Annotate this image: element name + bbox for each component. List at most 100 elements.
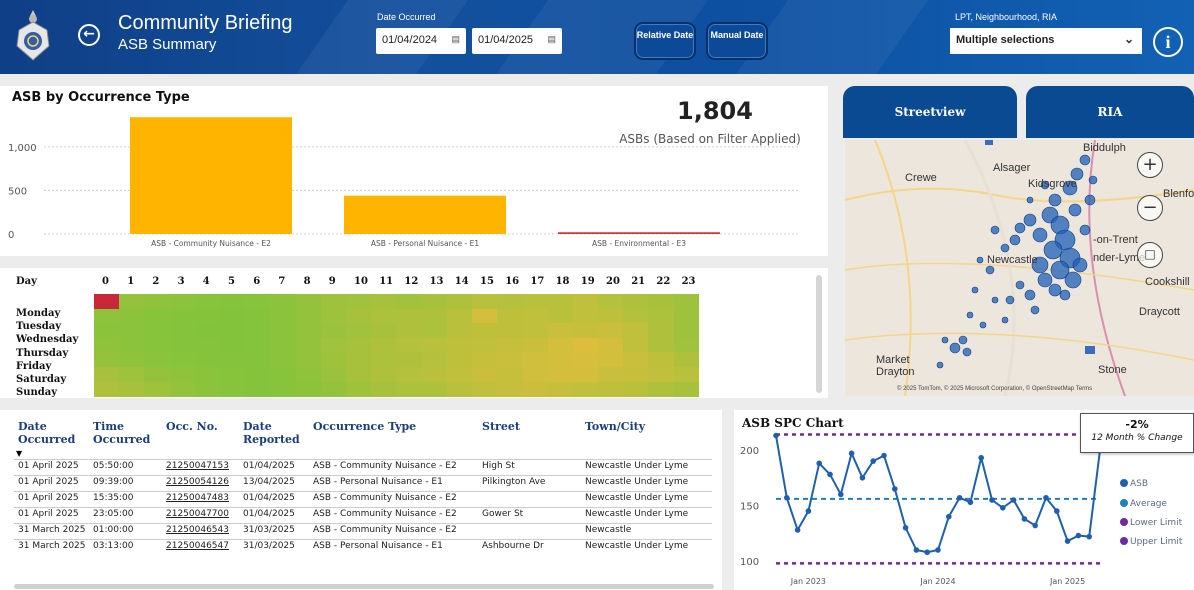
heatmap-cell[interactable] [270, 294, 297, 310]
heatmap-cell[interactable] [522, 381, 549, 397]
heatmap-cell[interactable] [396, 352, 423, 368]
heatmap-cell[interactable] [371, 308, 397, 324]
heatmap-cell[interactable] [472, 337, 498, 353]
heatmap-cell[interactable] [144, 381, 171, 397]
heatmap-cell[interactable] [169, 352, 196, 368]
heatmap-cell[interactable] [623, 337, 649, 353]
heatmap-cell[interactable] [598, 294, 624, 310]
heatmap-cell[interactable] [194, 308, 221, 324]
heatmap-cell[interactable] [547, 352, 574, 368]
legend-item-average[interactable]: Average [1120, 499, 1167, 509]
heatmap-cell[interactable] [446, 337, 473, 353]
heatmap-cell[interactable] [497, 294, 523, 310]
heatmap-cell[interactable] [270, 381, 297, 397]
heatmap-cell[interactable] [497, 367, 523, 383]
heatmap-cell[interactable] [346, 294, 372, 310]
heatmap-cell[interactable] [320, 352, 347, 368]
heatmap-cell[interactable] [522, 337, 549, 353]
heatmap-cell[interactable] [94, 294, 120, 310]
heatmap-cell[interactable] [446, 367, 473, 383]
heatmap-cell[interactable] [522, 323, 549, 339]
heatmap-cell[interactable] [572, 323, 599, 339]
heatmap-cell[interactable] [446, 308, 473, 324]
streetview-button[interactable]: Streetview [843, 86, 1017, 138]
heatmap-cell[interactable] [421, 381, 448, 397]
heatmap-cell[interactable] [144, 323, 171, 339]
heatmap-cell[interactable] [169, 308, 196, 324]
heatmap-cell[interactable] [472, 367, 498, 383]
sort-desc-icon[interactable]: ▼ [16, 449, 22, 458]
date-to-input[interactable]: 01/04/2025 ▤ [472, 28, 562, 54]
heatmap-cell[interactable] [220, 337, 246, 353]
heatmap-cell[interactable] [421, 308, 448, 324]
heatmap-cell[interactable] [270, 352, 297, 368]
heatmap-cell[interactable] [673, 323, 700, 339]
heatmap-cell[interactable] [648, 367, 675, 383]
heatmap-cell[interactable] [648, 337, 675, 353]
heatmap-cell[interactable] [522, 367, 549, 383]
heatmap-cell[interactable] [119, 352, 145, 368]
heatmap-cell[interactable] [623, 367, 649, 383]
heatmap-cell[interactable] [396, 323, 423, 339]
heatmap-cell[interactable] [648, 308, 675, 324]
heatmap-cell[interactable] [497, 381, 523, 397]
heatmap-cell[interactable] [623, 308, 649, 324]
column-header[interactable]: Time Occurred [93, 420, 162, 446]
heatmap-cell[interactable] [396, 367, 423, 383]
heatmap-cell[interactable] [346, 352, 372, 368]
heatmap-cell[interactable] [371, 294, 397, 310]
heatmap-cell[interactable] [94, 337, 120, 353]
occurrence-number-link[interactable]: 21250054126 [166, 477, 229, 488]
heatmap-cell[interactable] [371, 381, 397, 397]
heatmap-cell[interactable] [169, 337, 196, 353]
relative-date-button[interactable]: Relative Date [634, 22, 696, 60]
heatmap-cell[interactable] [598, 367, 624, 383]
occurrence-number-link[interactable]: 21250047700 [166, 509, 229, 520]
heatmap-cell[interactable] [144, 294, 171, 310]
heatmap-cell[interactable] [396, 294, 423, 310]
calendar-icon[interactable]: ▤ [547, 34, 556, 45]
heatmap-cell[interactable] [673, 352, 700, 368]
heatmap-cell[interactable] [522, 308, 549, 324]
heatmap-cell[interactable] [320, 294, 347, 310]
heatmap-cell[interactable] [497, 323, 523, 339]
occurrence-number-link[interactable]: 21250046547 [166, 541, 229, 552]
heatmap-cell[interactable] [421, 367, 448, 383]
info-icon[interactable]: i [1153, 27, 1183, 57]
heatmap-cell[interactable] [295, 323, 322, 339]
heatmap-cell[interactable] [572, 352, 599, 368]
heatmap-cell[interactable] [572, 337, 599, 353]
heatmap-cell[interactable] [547, 323, 574, 339]
table-horizontal-scrollbar[interactable] [14, 584, 714, 589]
ria-button[interactable]: RIA [1026, 86, 1194, 138]
heatmap-cell[interactable] [245, 323, 271, 339]
heatmap-cell[interactable] [547, 294, 574, 310]
heatmap-cell[interactable] [472, 308, 498, 324]
heatmap-cell[interactable] [320, 323, 347, 339]
column-header[interactable]: Town/City [585, 420, 705, 433]
heatmap-cell[interactable] [572, 367, 599, 383]
heatmap-cell[interactable] [270, 367, 297, 383]
heatmap-cell[interactable] [673, 367, 700, 383]
heatmap-cell[interactable] [220, 323, 246, 339]
heatmap-cell[interactable] [194, 294, 221, 310]
heatmap-cell[interactable] [522, 352, 549, 368]
column-header[interactable]: Street [482, 420, 581, 433]
heatmap-cell[interactable] [673, 337, 700, 353]
heatmap-cell[interactable] [144, 352, 171, 368]
heatmap-cell[interactable] [295, 337, 322, 353]
heatmap-cell[interactable] [320, 308, 347, 324]
heatmap-cell[interactable] [194, 337, 221, 353]
heatmap-cell[interactable] [497, 308, 523, 324]
heatmap-cell[interactable] [472, 381, 498, 397]
occurrence-number-link[interactable]: 21250046543 [166, 525, 229, 536]
back-arrow-icon[interactable]: ← [78, 24, 100, 46]
heatmap-cell[interactable] [94, 352, 120, 368]
heatmap-cell[interactable] [623, 352, 649, 368]
heatmap-cell[interactable] [119, 323, 145, 339]
heatmap-cell[interactable] [119, 381, 145, 397]
heatmap-cell[interactable] [220, 294, 246, 310]
heatmap-cell[interactable] [572, 308, 599, 324]
heatmap-cell[interactable] [371, 367, 397, 383]
heatmap-cell[interactable] [598, 381, 624, 397]
